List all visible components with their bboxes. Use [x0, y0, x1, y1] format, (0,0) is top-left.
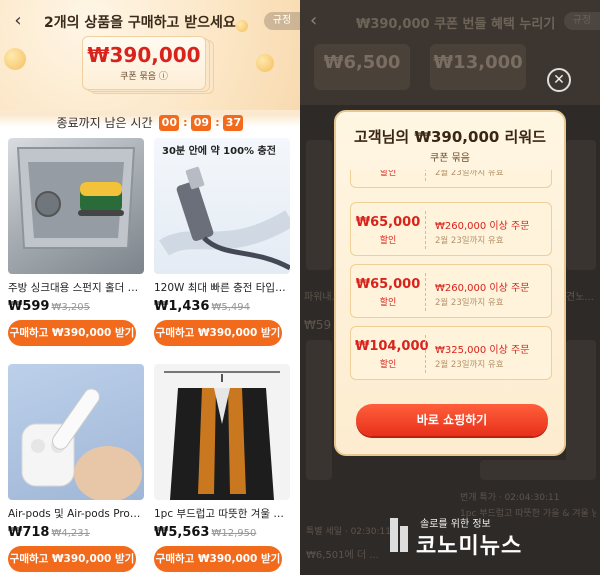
coupon-divider	[425, 273, 426, 311]
product-image-sponge-holder[interactable]	[8, 138, 144, 274]
cable-illustration	[159, 166, 290, 271]
buy-and-get-button[interactable]: 구매하고 ₩390,000 받기	[154, 320, 282, 346]
product-price: ₩5,563	[154, 525, 210, 540]
timer-separator: :	[183, 116, 188, 129]
right-screen: ‹ ₩390,000 쿠폰 번들 혜택 누리기 규정 ₩6,500 ₩13,00…	[300, 0, 600, 575]
product-name[interactable]: 주방 싱크대용 스펀지 홀더 1개...	[8, 280, 142, 295]
modal-subtitle: 쿠폰 묶음	[430, 153, 470, 164]
countdown-timer: 종료까지 남은 시간 00 : 09 : 37	[0, 114, 300, 131]
product-card[interactable]: 1pc 부드럽고 따뜻한 겨울 남... ₩5,563 ₩12,950 구매하고 …	[154, 364, 292, 572]
modal-coupon: ₩65,000 할인 ₩260,000 이상 주문 2월 23일까지 유효	[350, 202, 552, 256]
product-image-scarf[interactable]	[154, 364, 290, 500]
product-price-row: ₩599 ₩3,205	[8, 299, 146, 314]
coupon-tag: 할인	[379, 360, 397, 370]
coupon-condition: ₩260,000 이상 주문	[435, 221, 530, 232]
product-image-usb-cable[interactable]: 30분 안에 약 100% 충전	[154, 138, 290, 274]
close-icon[interactable]: ✕	[547, 68, 571, 92]
product-original-price: ₩3,205	[51, 302, 90, 313]
dimmed-title: ₩390,000 쿠폰 번들 혜택 누리기	[356, 17, 556, 32]
back-chevron-icon: ‹	[310, 10, 318, 31]
dimmed-coupon: ₩13,000	[430, 44, 526, 90]
dimmed-coupon: ₩6,500	[314, 44, 410, 90]
product-name[interactable]: 120W 최대 빠른 충전 타입 C ...	[154, 280, 288, 295]
modal-coupon: ₩65,000 할인 ₩260,000 이상 주문 2월 23일까지 유효	[350, 264, 552, 318]
modal-coupon-list[interactable]: 할인 2월 23일까지 유효 ₩65,000 할인 ₩260,000 이상 주문…	[350, 170, 552, 406]
coupon-expiry: 2월 23일까지 유효	[435, 298, 504, 308]
dimmed-text: 특별 세일 · 02:30:11	[306, 527, 391, 537]
coupon-divider	[425, 211, 426, 249]
coupon-amount: ₩65,000	[355, 215, 421, 230]
coupon-tag: 할인	[379, 298, 397, 308]
modal-coupon: ₩104,000 할인 ₩325,000 이상 주문 2월 23일까지 유효	[350, 326, 552, 380]
timer-minutes: 09	[191, 114, 212, 131]
coupon-bundle-card: ₩390,000 쿠폰 묶음 ⓘ	[82, 36, 214, 94]
dimmed-product-image	[566, 140, 596, 270]
coupon-amount: ₩65,000	[355, 277, 421, 292]
dimmed-product-image	[306, 340, 332, 480]
coupon-bundle-info[interactable]: 쿠폰 묶음 ⓘ	[83, 69, 205, 82]
left-screen: ‹ 2개의 상품을 구매하고 받으세요 규정 ₩390,000 쿠폰 묶음 ⓘ …	[0, 0, 300, 575]
shop-now-button[interactable]: 바로 쇼핑하기	[356, 404, 548, 436]
screenshot-root: ‹ 2개의 상품을 구매하고 받으세요 규정 ₩390,000 쿠폰 묶음 ⓘ …	[0, 0, 600, 575]
product-price: ₩599	[8, 299, 50, 314]
product-original-price: ₩5,494	[211, 302, 250, 313]
coupon-divider	[425, 170, 426, 181]
coupon-front: ₩390,000 쿠폰 묶음 ⓘ	[82, 36, 206, 90]
rules-button[interactable]: 규정	[264, 12, 300, 30]
buy-and-get-button[interactable]: 구매하고 ₩390,000 받기	[8, 546, 136, 572]
coupon-divider	[425, 335, 426, 373]
product-image-airpods-cleaner[interactable]	[8, 364, 144, 500]
product-original-price: ₩12,950	[211, 528, 257, 539]
coupon-tag: 할인	[379, 236, 397, 246]
dimmed-text: ₩6,501에 더 ...	[306, 550, 379, 561]
buy-and-get-button[interactable]: 구매하고 ₩390,000 받기	[154, 546, 282, 572]
timer-hours: 00	[159, 114, 180, 131]
dimmed-text: 번개 특가 · 02:04:30:11	[460, 493, 560, 503]
airpods-illustration	[21, 388, 142, 500]
coupon-tag: 할인	[379, 170, 397, 178]
sink-illustration	[16, 147, 136, 249]
product-name[interactable]: 1pc 부드럽고 따뜻한 겨울 남...	[154, 506, 288, 521]
product-name[interactable]: Air-pods 및 Air-pods Pro ...	[8, 506, 142, 521]
timer-label: 종료까지 남은 시간	[56, 116, 153, 130]
dimmed-product-image	[566, 340, 596, 480]
product-price-row: ₩1,436 ₩5,494	[154, 299, 292, 314]
suit-scarf-illustration	[164, 371, 280, 500]
dimmed-product-image	[480, 460, 590, 480]
dimmed-product-image	[306, 140, 332, 270]
timer-seconds: 37	[223, 114, 244, 131]
modal-coupon: 할인 2월 23일까지 유효	[350, 170, 552, 188]
product-original-price: ₩4,231	[51, 528, 90, 539]
buy-and-get-button[interactable]: 구매하고 ₩390,000 받기	[8, 320, 136, 346]
product-card[interactable]: 주방 싱크대용 스펀지 홀더 1개... ₩599 ₩3,205 구매하고 ₩39…	[8, 138, 146, 346]
dimmed-rules-button: 규정	[564, 12, 600, 30]
coupon-amount: ₩104,000	[355, 339, 429, 354]
gold-coin-decoration	[256, 54, 274, 72]
product-price-row: ₩5,563 ₩12,950	[154, 525, 292, 540]
coupon-amount: ₩390,000	[87, 43, 201, 67]
product-price-row: ₩718 ₩4,231	[8, 525, 146, 540]
dimmed-text: ₩59	[304, 318, 332, 332]
product-card[interactable]: 30분 안에 약 100% 충전 120W 최대 빠른 충전 타입 C ... …	[154, 138, 292, 346]
back-chevron-icon[interactable]: ‹	[8, 10, 28, 32]
coupon-expiry: 2월 23일까지 유효	[435, 170, 504, 178]
page-title: 2개의 상품을 구매하고 받으세요	[44, 15, 236, 31]
coupon-expiry: 2월 23일까지 유효	[435, 360, 504, 370]
timer-separator: :	[215, 116, 220, 129]
gold-coin-decoration	[4, 48, 26, 70]
product-price: ₩1,436	[154, 299, 210, 314]
coupon-condition: ₩325,000 이상 주문	[435, 345, 530, 356]
news-logo-icon	[390, 518, 408, 552]
coupon-expiry: 2월 23일까지 유효	[435, 236, 504, 246]
dimmed-text: 견노...	[566, 292, 594, 303]
reward-modal: 고객님의 ₩390,000 리워드 쿠폰 묶음 할인 2월 23일까지 유효 ₩…	[334, 110, 566, 456]
product-price: ₩718	[8, 525, 50, 540]
coupon-condition: ₩260,000 이상 주문	[435, 283, 530, 294]
modal-title: 고객님의 ₩390,000 리워드	[354, 128, 546, 146]
watermark-brand: 코노미뉴스	[416, 534, 523, 559]
product-card[interactable]: Air-pods 및 Air-pods Pro ... ₩718 ₩4,231 구…	[8, 364, 146, 572]
